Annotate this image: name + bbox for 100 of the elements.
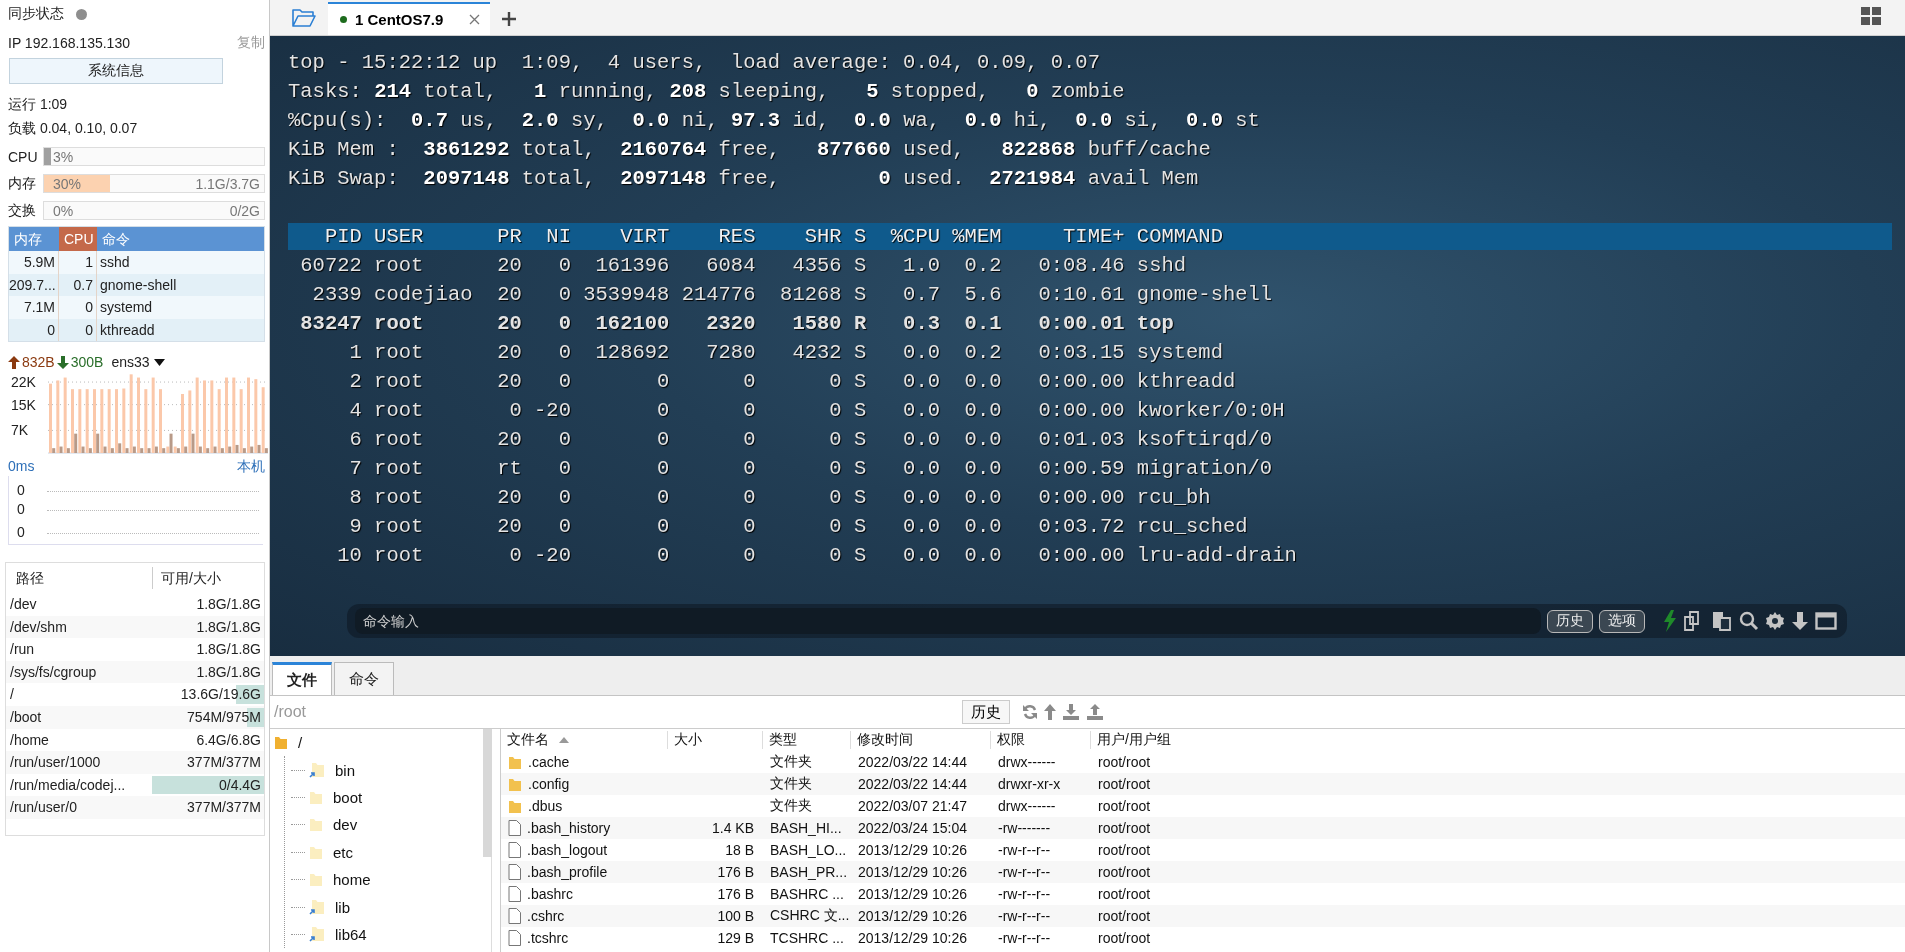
file-name: .bash_logout bbox=[527, 842, 608, 858]
file-row[interactable]: .bash_logout 18 B BASH_LO... 2013/12/29 10:26 -rw-r--r-- root/root bbox=[501, 839, 1905, 861]
tree-item[interactable]: lib64 bbox=[285, 920, 479, 949]
ip-address: IP 192.168.135.130 bbox=[8, 35, 130, 51]
table-cell-text: /run bbox=[9, 640, 36, 660]
file-row[interactable]: .bash_profile 176 B BASH_PR... 2013/12/29 10:26 -rw-r--r-- root/root bbox=[501, 861, 1905, 883]
upload-rate: 832B bbox=[22, 354, 55, 370]
file-row[interactable]: .bash_history 1.4 KB BASH_HI... 2022/03/24 15:04 -rw------- root/root bbox=[501, 817, 1905, 839]
tree-item[interactable]: boot bbox=[285, 783, 479, 812]
axis-label: 7K bbox=[11, 422, 29, 439]
toolbar-button[interactable]: 选项 bbox=[1599, 609, 1645, 633]
paste-icon[interactable] bbox=[1711, 611, 1733, 631]
tree-item[interactable]: lib bbox=[285, 893, 479, 921]
toolbar-button[interactable]: 历史 bbox=[1547, 609, 1593, 633]
table-cell-text: -rw-r--r-- bbox=[997, 886, 1052, 902]
search-icon[interactable] bbox=[1739, 611, 1759, 631]
file-icon bbox=[508, 842, 521, 858]
table-cell-text: 文件夹 bbox=[769, 797, 813, 815]
table-cell: 13.6G/19.6G bbox=[152, 683, 264, 706]
down-arrow-icon bbox=[56, 355, 69, 369]
grid-icon[interactable] bbox=[1861, 7, 1881, 25]
folder-icon bbox=[508, 776, 522, 792]
file-row[interactable]: .dbus 文件夹 2022/03/07 21:47 drwx------ root/root bbox=[501, 795, 1905, 817]
table-cell-text: /boot bbox=[9, 707, 43, 727]
table-cell-text: systemd bbox=[99, 298, 154, 317]
table-cell-text: drwx------ bbox=[997, 754, 1057, 770]
table-cell-text: BASH_PR... bbox=[769, 864, 849, 880]
meter-percent: 0% bbox=[53, 202, 74, 219]
terminal-line: 1 root 20 0 128692 7280 4232 S 0.0 0.2 0:03.15 systemd bbox=[348, 340, 1224, 366]
column-header[interactable]: 文件名 bbox=[501, 731, 667, 749]
file-row[interactable]: .cshrc 100 B CSHRC 文... 2013/12/29 10:26 -rw-r--r-- root/root bbox=[501, 905, 1905, 927]
column-header[interactable]: 权限 bbox=[990, 731, 1090, 749]
upload-icon[interactable] bbox=[1086, 704, 1104, 720]
session-tab[interactable]: 1 CentOS7.9 bbox=[328, 2, 490, 35]
file-name: .bashrc bbox=[527, 886, 573, 902]
folder-icon bbox=[309, 817, 323, 833]
column-header[interactable]: 类型 bbox=[762, 731, 850, 749]
file-name: .bash_history bbox=[527, 820, 611, 836]
link-folder-icon bbox=[309, 762, 325, 779]
history-button[interactable]: 历史 bbox=[962, 700, 1010, 724]
down-arrow-icon[interactable] bbox=[1791, 611, 1809, 631]
file-row[interactable]: .config 文件夹 2022/03/22 14:44 drwxr-xr-x root/root bbox=[501, 773, 1905, 795]
table-cell: 129 B bbox=[717, 930, 754, 946]
meter-label: 内存 bbox=[8, 174, 37, 193]
column-header[interactable]: 修改时间 bbox=[850, 731, 990, 749]
settings-icon[interactable] bbox=[1765, 611, 1785, 631]
lightning-icon[interactable] bbox=[1663, 610, 1677, 632]
table-cell-text: gnome-shell bbox=[99, 275, 178, 295]
tree-item[interactable]: bin bbox=[285, 756, 479, 784]
axis-label: 22K bbox=[11, 374, 36, 391]
scrollbar[interactable] bbox=[483, 729, 492, 857]
table-cell-text: -rw-r--r-- bbox=[997, 842, 1052, 858]
meter-amount: 1.1G/3.7G bbox=[195, 175, 260, 192]
terminal-line: 2 root 20 0 0 0 0 S 0.0 0.0 0:00.00 kthreadd bbox=[348, 369, 1237, 395]
download-icon[interactable] bbox=[1062, 704, 1080, 720]
column-header[interactable]: 用户/用户组 bbox=[1090, 731, 1905, 749]
table-cell: 1 bbox=[59, 251, 97, 274]
table-cell-text: BASHRC ... bbox=[769, 886, 845, 902]
command-input[interactable]: 命令输入 bbox=[355, 608, 1541, 634]
terminal-line: KiB Mem : 3861292 total, 2160764 free, 877660 used, 822868 buff/cache bbox=[288, 137, 1212, 163]
window-icon[interactable] bbox=[1815, 612, 1837, 630]
up-arrow-icon[interactable] bbox=[1044, 704, 1056, 720]
link-folder-icon bbox=[309, 899, 325, 916]
meter-label: 交换 bbox=[8, 201, 37, 220]
plus-icon[interactable] bbox=[502, 12, 516, 26]
close-icon[interactable] bbox=[469, 14, 480, 25]
interface-dropdown[interactable]: ens33 bbox=[111, 354, 165, 370]
column-header[interactable]: CPU bbox=[59, 227, 97, 251]
folder-icon bbox=[309, 844, 323, 860]
tree-item[interactable]: dev bbox=[285, 811, 479, 839]
up-arrow-icon bbox=[8, 355, 20, 369]
tree-item[interactable]: / bbox=[274, 729, 479, 757]
uptime-text: 运行 1:09 bbox=[8, 95, 69, 114]
refresh-icon[interactable] bbox=[1022, 704, 1038, 720]
table-cell-text: root/root bbox=[1097, 754, 1152, 770]
tree-item[interactable]: etc bbox=[285, 838, 479, 866]
column-header[interactable]: 大小 bbox=[667, 731, 762, 749]
tab[interactable]: 命令 bbox=[334, 662, 394, 695]
file-row[interactable]: .tcshrc 129 B TCSHRC ... 2013/12/29 10:26 -rw-r--r-- root/root bbox=[501, 927, 1905, 949]
terminal-line: KiB Swap: 2097148 total, 2097148 free, 0 used. 2721984 avail Mem bbox=[288, 166, 1200, 192]
table-cell: 5.9M bbox=[9, 251, 59, 274]
file-row[interactable]: .bashrc 176 B BASHRC ... 2013/12/29 10:26 -rw-r--r-- root/root bbox=[501, 883, 1905, 905]
system-info-button[interactable]: 系统信息 bbox=[9, 58, 223, 84]
terminal-line: top - 15:22:12 up 1:09, 4 users, load average: 0.04, 0.09, 0.07 bbox=[288, 50, 1101, 76]
host-text: 本机 bbox=[237, 457, 265, 476]
file-row[interactable]: .cache 文件夹 2022/03/22 14:44 drwx------ root/root bbox=[501, 751, 1905, 773]
terminal-line: 10 root 0 -20 0 0 0 S 0.0 0.0 0:00.00 lru-add-drain bbox=[336, 543, 1298, 569]
terminal-line: 2339 codejiao 20 0 3539948 214776 81268 S 0.7 5.6 0:10.61 gnome-shell bbox=[311, 282, 1274, 308]
table-cell: 754M/975M bbox=[152, 705, 264, 729]
terminal-line: 4 root 0 -20 0 0 0 S 0.0 0.0 0:00.00 kworker/0:0H bbox=[348, 398, 1286, 424]
table-cell-text: 2013/12/29 10:26 bbox=[857, 864, 968, 880]
table-cell: 0 bbox=[9, 318, 59, 341]
status-label: 同步状态 bbox=[8, 5, 64, 23]
table-cell-text: 文件夹 bbox=[769, 753, 813, 771]
column-header[interactable]: 路径 bbox=[6, 563, 152, 593]
file-name: .cache bbox=[528, 754, 570, 770]
latency-text: 0ms bbox=[8, 457, 35, 476]
tab[interactable]: 文件 bbox=[272, 662, 332, 695]
tree-item[interactable]: home bbox=[285, 865, 479, 894]
column-header[interactable]: 可用/大小 bbox=[152, 567, 264, 589]
